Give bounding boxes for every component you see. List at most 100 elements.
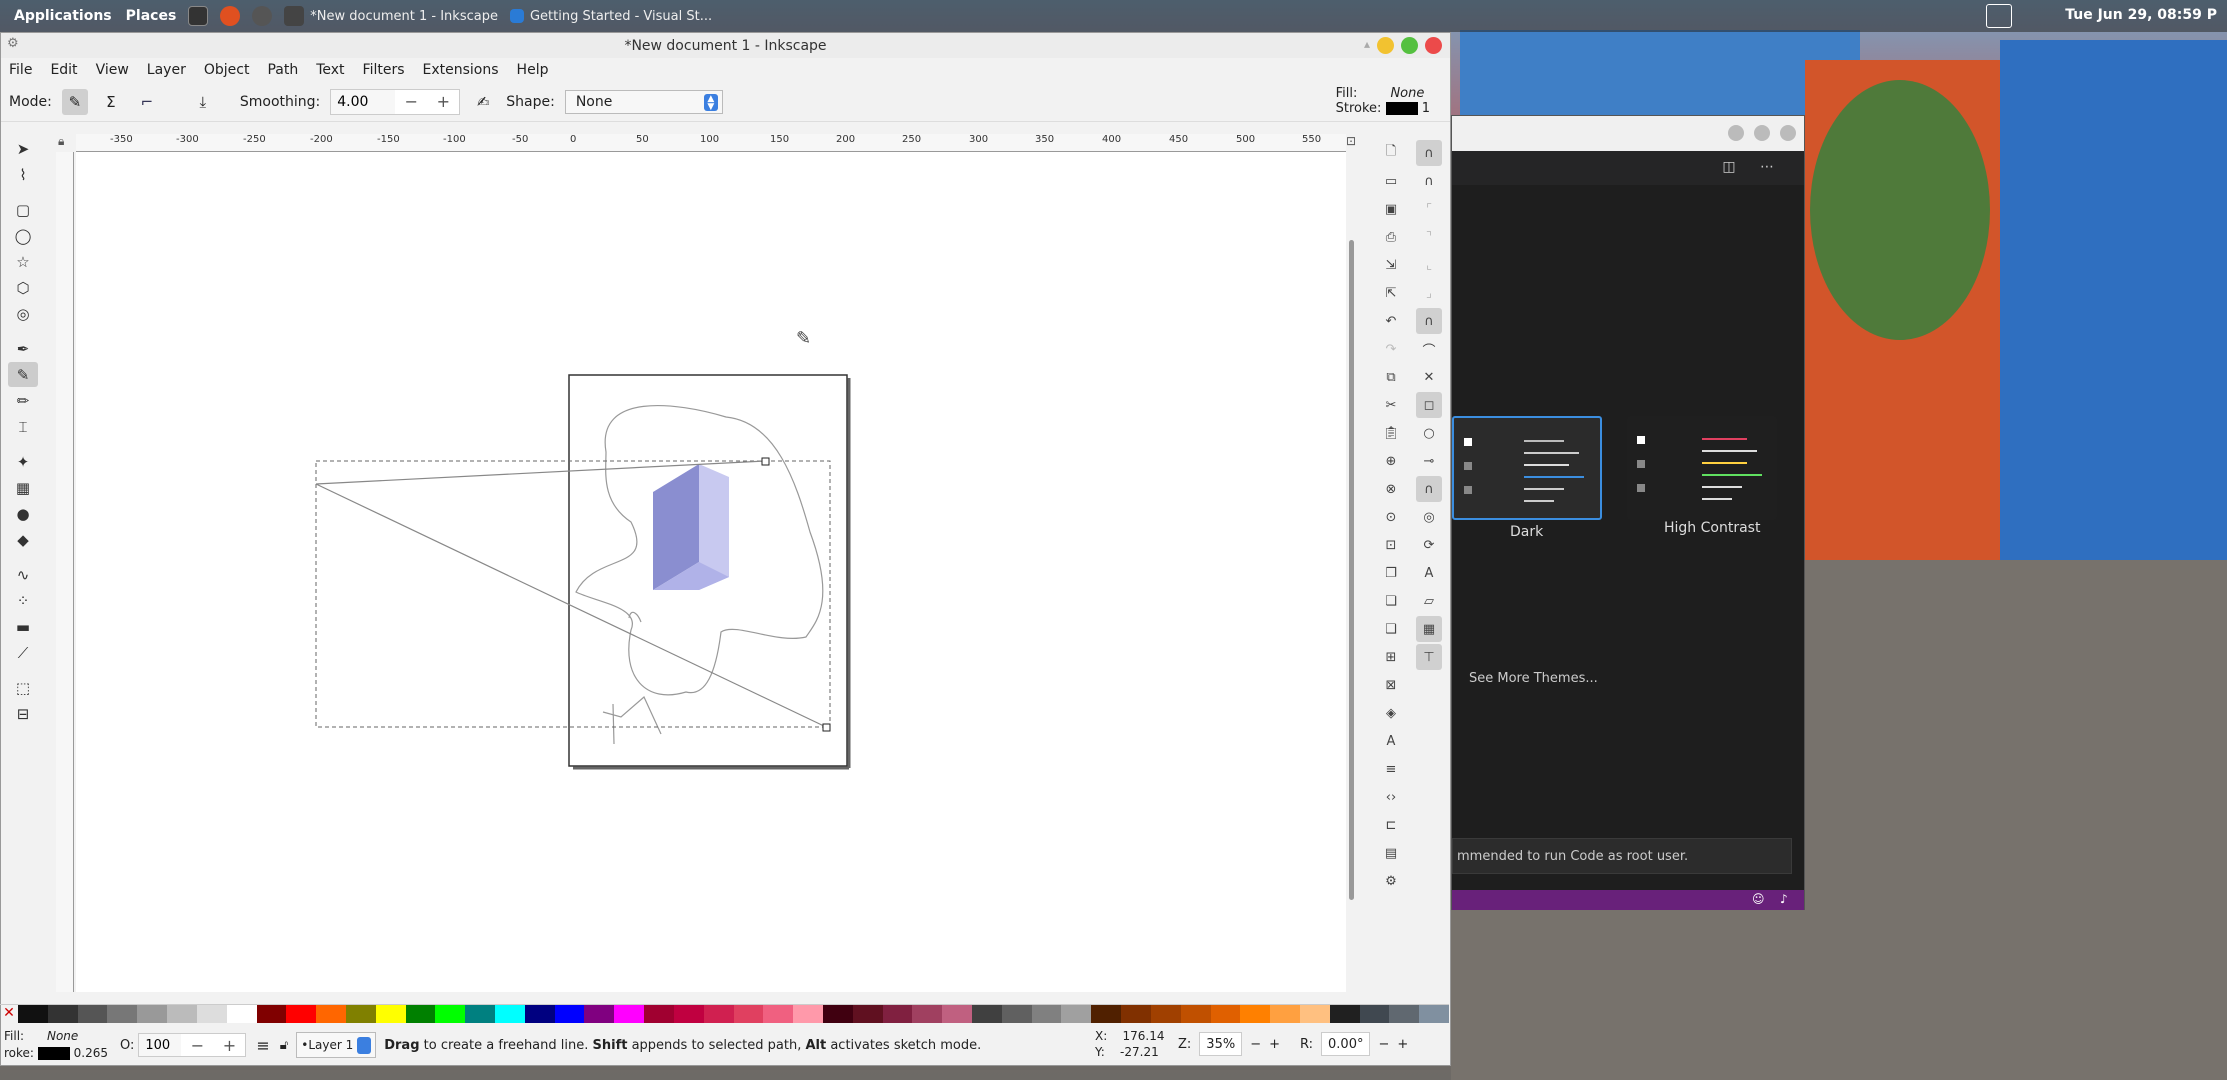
rotate-field[interactable]: 0.00° xyxy=(1321,1032,1371,1056)
align-dialog-icon[interactable]: ⊏ xyxy=(1378,812,1404,838)
connector-tool-icon[interactable]: ⟋ xyxy=(8,640,38,665)
opacity-input[interactable] xyxy=(139,1034,182,1056)
pencil-tool-icon[interactable]: ✏ xyxy=(8,388,38,413)
applications-menu[interactable]: Applications xyxy=(14,8,112,24)
palette-swatch[interactable] xyxy=(1270,1005,1300,1023)
palette-swatch[interactable] xyxy=(1299,1005,1330,1023)
layers-dialog-icon[interactable]: ≡ xyxy=(1378,756,1404,782)
paste-icon[interactable]: 📋︎ xyxy=(1378,420,1404,446)
palette-swatch[interactable] xyxy=(1091,1005,1122,1023)
zoom-field[interactable]: 35% xyxy=(1199,1032,1243,1056)
palette-swatch[interactable] xyxy=(1419,1005,1449,1023)
snap-bbox-edge-icon[interactable]: ⌜ xyxy=(1416,196,1442,222)
menu-view[interactable]: View xyxy=(96,62,129,78)
snap-path-icon[interactable]: ⌒ xyxy=(1416,336,1442,362)
zoom-drawing-icon[interactable]: ⊗ xyxy=(1378,476,1404,502)
split-editor-icon[interactable]: ◫ ⋯ xyxy=(1722,159,1784,175)
palette-swatch[interactable] xyxy=(196,1005,227,1023)
palette-swatch[interactable] xyxy=(286,1005,317,1023)
menu-object[interactable]: Object xyxy=(204,62,250,78)
palette-swatch[interactable] xyxy=(1180,1005,1211,1023)
zoom-selection-icon[interactable]: ⊕ xyxy=(1378,448,1404,474)
snap-bbox-icon[interactable]: ∩ xyxy=(1416,168,1442,194)
fill-stroke-indicator[interactable]: Fill: None Stroke: 1 xyxy=(1336,86,1430,116)
palette-swatch[interactable] xyxy=(763,1005,794,1023)
no-paint-swatch[interactable]: ✕ xyxy=(0,1005,18,1023)
shade-button[interactable]: ▴ xyxy=(1364,37,1370,54)
palette-swatch[interactable] xyxy=(852,1005,883,1023)
close-button[interactable] xyxy=(1425,37,1442,54)
smoothing-decrease-button[interactable]: − xyxy=(395,92,427,111)
save-icon[interactable]: ▣ xyxy=(1378,196,1404,222)
maximize-button[interactable] xyxy=(1401,37,1418,54)
palette-swatch[interactable] xyxy=(584,1005,615,1023)
palette-swatch[interactable] xyxy=(644,1005,674,1023)
snap-text-baseline-icon[interactable]: A xyxy=(1416,560,1442,586)
palette-swatch[interactable] xyxy=(1329,1005,1360,1023)
copy-icon[interactable]: ⧉ xyxy=(1378,364,1404,390)
palette-swatch[interactable] xyxy=(495,1005,525,1023)
palette-swatch[interactable] xyxy=(375,1005,406,1023)
menu-extensions[interactable]: Extensions xyxy=(423,62,499,78)
palette-swatch[interactable] xyxy=(1210,1005,1241,1023)
rotate-decrease-button[interactable]: − xyxy=(1378,1037,1389,1052)
horizontal-ruler[interactable]: -350 -300 -250 -200 -150 -100 -50 0 50 1… xyxy=(76,134,1346,152)
zoom-page-icon[interactable]: ⊙ xyxy=(1378,504,1404,530)
star-tool-icon[interactable]: ☆ xyxy=(8,249,38,274)
menu-layer[interactable]: Layer xyxy=(147,62,186,78)
dropper-tool-icon[interactable]: ● xyxy=(8,501,38,526)
task-inkscape[interactable]: *New document 1 - Inkscape xyxy=(284,6,498,26)
rectangle-tool-icon[interactable]: ▢ xyxy=(8,197,38,222)
vertical-ruler[interactable] xyxy=(56,152,74,992)
eraser-tool-icon[interactable]: ▬ xyxy=(8,614,38,639)
clock[interactable]: Tue Jun 29, 08:59 P xyxy=(2065,7,2217,23)
3dbox-tool-icon[interactable]: ⬡ xyxy=(8,275,38,300)
snap-nodes-icon[interactable]: ∩ xyxy=(1416,308,1442,334)
vscode-minimize-button[interactable] xyxy=(1728,125,1744,141)
palette-swatch[interactable] xyxy=(18,1005,48,1023)
cut-icon[interactable]: ✂ xyxy=(1378,392,1404,418)
palette-swatch[interactable] xyxy=(912,1005,943,1023)
import-icon[interactable]: ⇲ xyxy=(1378,252,1404,278)
palette-swatch[interactable] xyxy=(167,1005,197,1023)
mesh-tool-icon[interactable]: ▦ xyxy=(8,475,38,500)
palette-swatch[interactable] xyxy=(107,1005,138,1023)
clone-icon[interactable]: ❏ xyxy=(1378,588,1404,614)
palette-swatch[interactable] xyxy=(614,1005,645,1023)
zoom-out-button[interactable]: − xyxy=(1250,1037,1261,1052)
settings-launcher[interactable] xyxy=(252,6,273,26)
layer-select[interactable]: •Layer 1 xyxy=(296,1032,377,1058)
palette-swatch[interactable] xyxy=(435,1005,466,1023)
bspline-mode-icon[interactable]: ⌐ xyxy=(134,89,160,115)
menu-text[interactable]: Text xyxy=(316,62,344,78)
vertical-scrollbar[interactable] xyxy=(1349,240,1354,900)
palette-swatch[interactable] xyxy=(673,1005,704,1023)
layer-lock-icon[interactable]: 🔓︎ xyxy=(280,1038,288,1053)
menu-file[interactable]: File xyxy=(9,62,32,78)
palette-swatch[interactable] xyxy=(465,1005,495,1023)
palette-swatch[interactable] xyxy=(1121,1005,1151,1023)
feedback-icon[interactable]: ☺ xyxy=(1752,892,1765,906)
snap-others-icon[interactable]: ∩ xyxy=(1416,476,1442,502)
snap-bbox-corner-icon[interactable]: ⌝ xyxy=(1416,224,1442,250)
palette-swatch[interactable] xyxy=(942,1005,972,1023)
task-vscode[interactable]: Getting Started - Visual St... xyxy=(509,9,712,24)
palette-swatch[interactable] xyxy=(316,1005,346,1023)
palette-swatch[interactable] xyxy=(77,1005,108,1023)
snap-cusp-icon[interactable]: ◻ xyxy=(1416,392,1442,418)
snap-intersection-icon[interactable]: ✕ xyxy=(1416,364,1442,390)
paint-bucket-tool-icon[interactable]: ◆ xyxy=(8,527,38,552)
terminal-launcher[interactable] xyxy=(188,6,209,26)
palette-swatch[interactable] xyxy=(47,1005,78,1023)
palette-swatch[interactable] xyxy=(405,1005,436,1023)
zoom-in-button[interactable]: + xyxy=(1269,1037,1280,1052)
vscode-maximize-button[interactable] xyxy=(1754,125,1770,141)
palette-swatch[interactable] xyxy=(226,1005,257,1023)
smoothing-input[interactable] xyxy=(331,89,396,114)
minimize-button[interactable] xyxy=(1377,37,1394,54)
theme-high-contrast-card[interactable] xyxy=(1627,416,1777,520)
layers-menu-icon[interactable]: ≡ xyxy=(256,1036,269,1055)
palette-swatch[interactable] xyxy=(1359,1005,1390,1023)
smoothing-increase-button[interactable]: + xyxy=(427,92,459,111)
see-more-themes-link[interactable]: See More Themes... xyxy=(1469,671,1598,686)
